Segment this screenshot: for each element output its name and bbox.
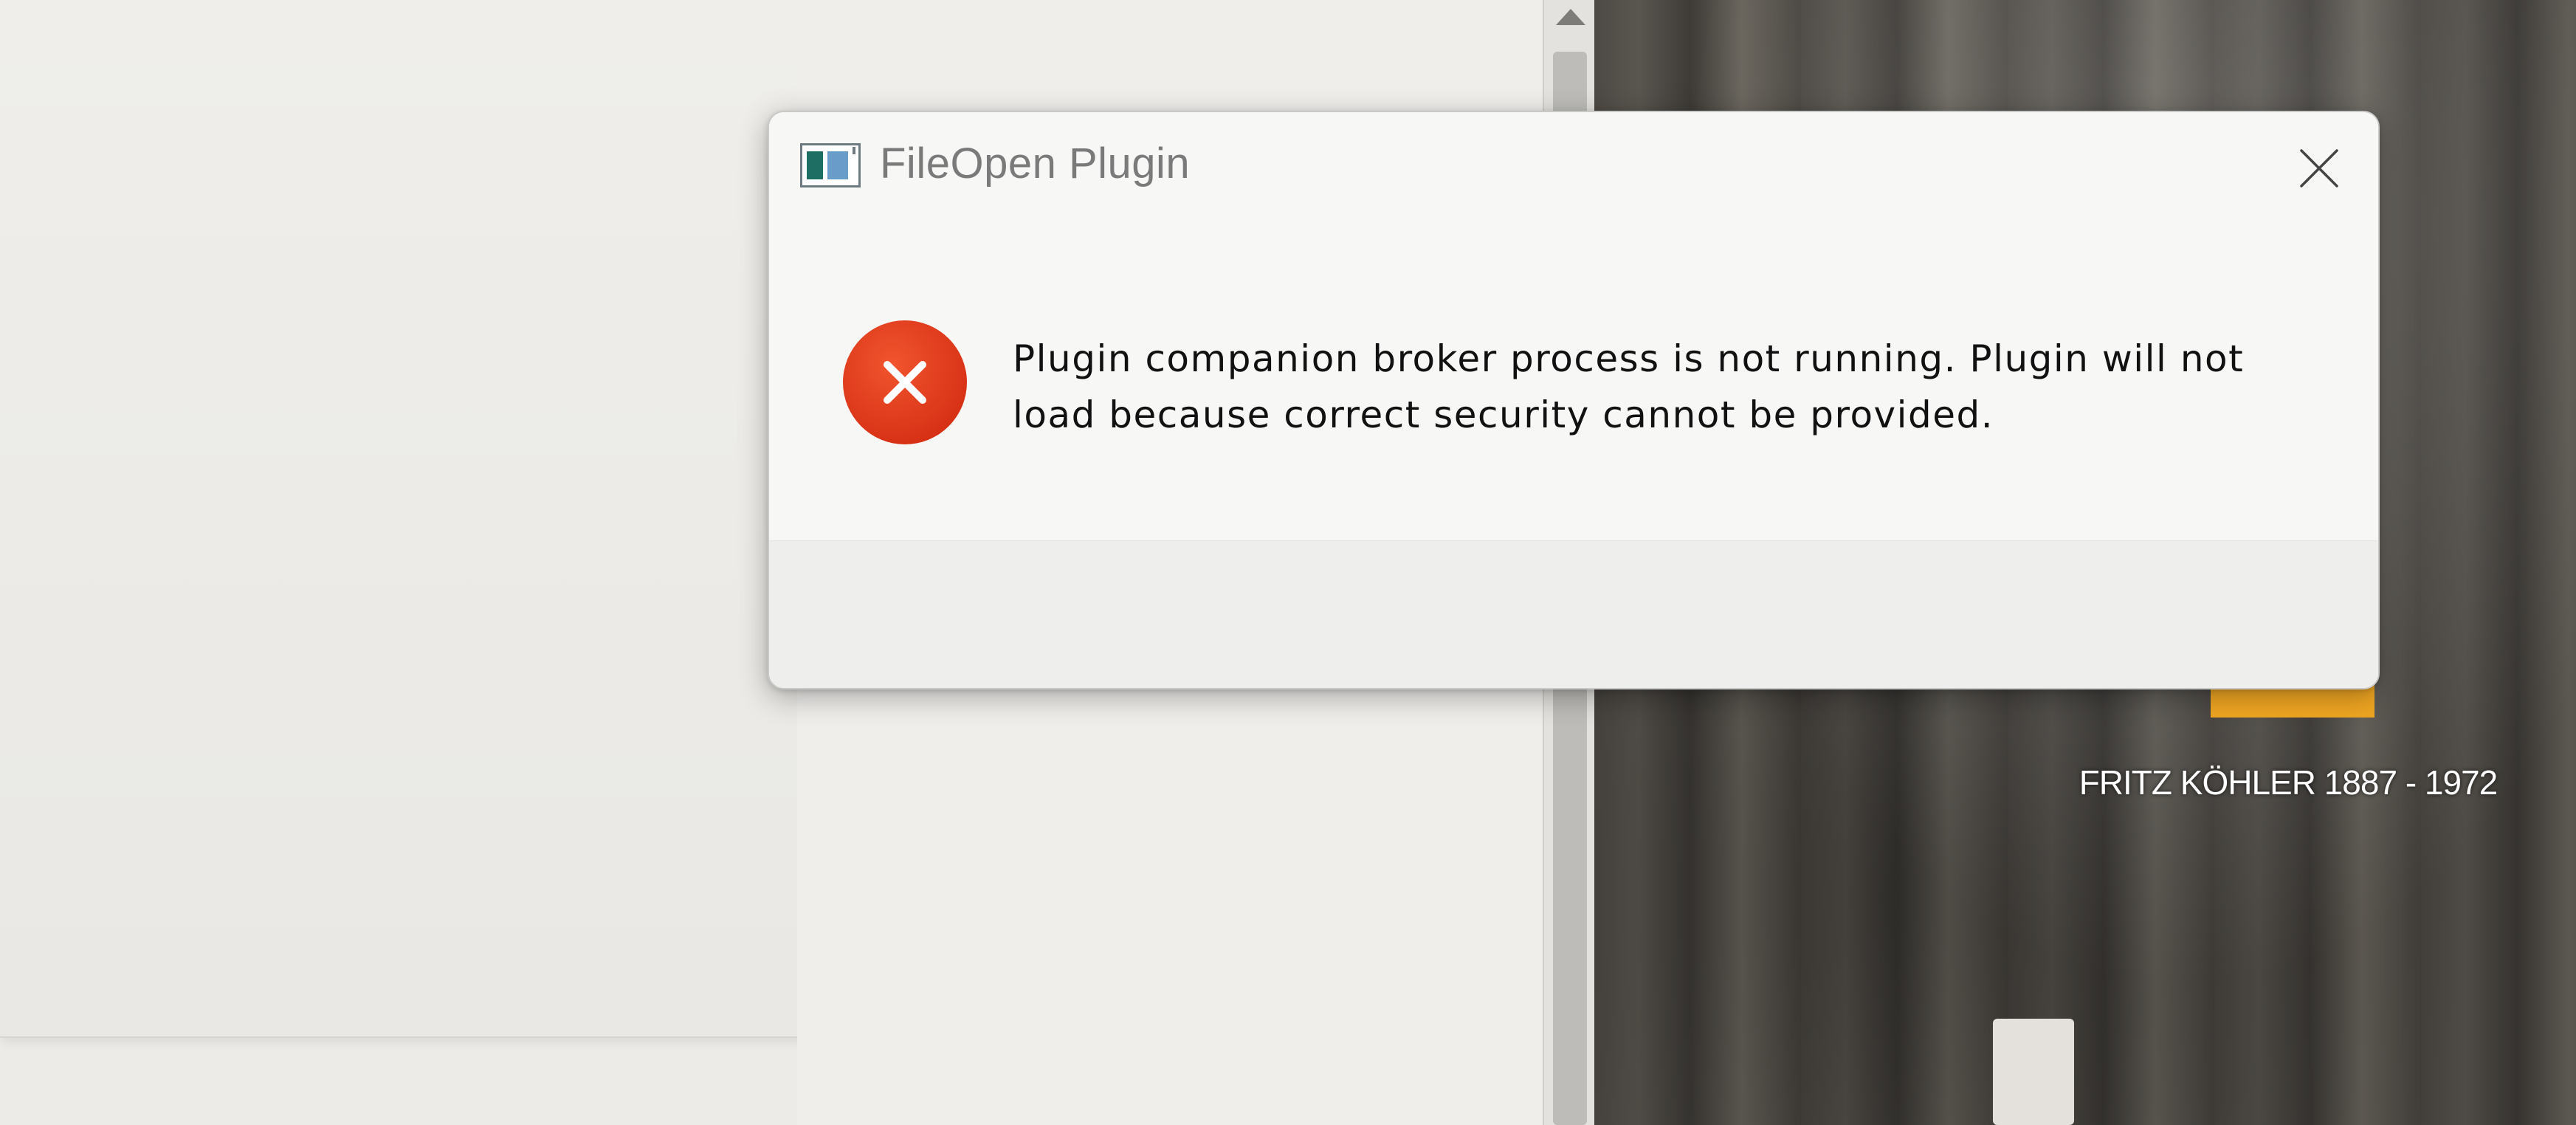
- close-button[interactable]: [2290, 139, 2349, 198]
- error-icon: [841, 319, 968, 446]
- dialog-titlebar[interactable]: FileOpen Plugin: [769, 112, 2378, 223]
- dialog-title: FileOpen Plugin: [880, 140, 1191, 188]
- background-window: [0, 0, 837, 1038]
- dialog-button-bar: OK: [769, 540, 2378, 688]
- desktop-screen: FRITZ KÖHLER 1887 - 1972 FileOpen Plugin: [0, 0, 2576, 1125]
- error-message: Plugin companion broker process is not r…: [1013, 337, 2245, 436]
- photo-light-object: [1993, 1019, 2074, 1125]
- scroll-up-arrow-icon[interactable]: [1556, 9, 1585, 25]
- photo-caption: FRITZ KÖHLER 1887 - 1972: [2079, 763, 2498, 802]
- close-icon: [2300, 149, 2338, 188]
- application-window-icon: [800, 143, 861, 188]
- error-dialog: FileOpen Plugin Plugin companion broker …: [768, 111, 2380, 689]
